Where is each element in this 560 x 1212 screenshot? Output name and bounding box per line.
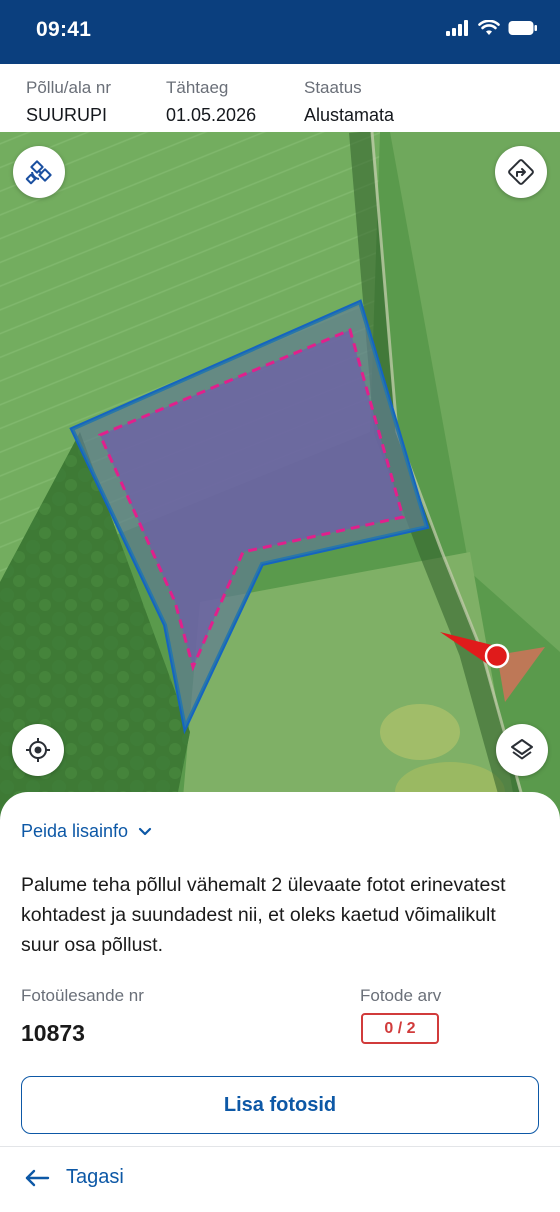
signal-icon: [446, 20, 468, 36]
field-number-column: Põllu/ala nr SUURUPI: [26, 77, 111, 127]
deadline-column: Tähtaeg 01.05.2026: [166, 77, 256, 127]
status-bar: 09:41: [0, 0, 560, 64]
layers-icon: [511, 739, 533, 760]
status-label: Staatus: [304, 78, 362, 97]
deadline-label: Tähtaeg: [166, 78, 229, 97]
satellite-icon: [25, 160, 52, 185]
status-time: 09:41: [36, 18, 92, 41]
locate-icon: [26, 738, 50, 762]
status-icons: [446, 20, 538, 36]
back-button[interactable]: Tagasi: [24, 1166, 124, 1189]
hide-info-label: Peida lisainfo: [21, 821, 129, 841]
back-label: Tagasi: [66, 1166, 124, 1188]
divider: [0, 1146, 560, 1147]
battery-icon: [508, 21, 537, 35]
status-value: Alustamata: [304, 105, 395, 125]
task-number-value: 10873: [21, 1020, 85, 1046]
photo-count-label: Fotode arv: [360, 986, 442, 1005]
position-marker: [484, 643, 510, 669]
task-description: Palume teha põllul vähemalt 2 ülevaate f…: [21, 874, 506, 956]
hide-info-toggle[interactable]: Peida lisainfo: [21, 821, 152, 842]
field-number-label: Põllu/ala nr: [26, 78, 112, 97]
wifi-icon: [478, 20, 500, 35]
satellite-button[interactable]: [13, 146, 65, 198]
locate-button[interactable]: [12, 724, 64, 776]
layers-button[interactable]: [496, 724, 548, 776]
directions-button[interactable]: [495, 146, 547, 198]
task-number-label: Fotoülesande nr: [21, 986, 144, 1005]
photo-count-badge: 0 / 2: [361, 1013, 439, 1044]
satellite-map: [0, 132, 560, 832]
directions-icon: [508, 159, 534, 185]
deadline-value: 01.05.2026: [166, 105, 257, 125]
chevron-down-icon: [138, 827, 152, 835]
map-view[interactable]: [0, 132, 560, 832]
bottom-sheet: Peida lisainfo Palume teha põllul vähema…: [0, 792, 560, 1212]
field-info-header: Põllu/ala nr SUURUPI Tähtaeg 01.05.2026 …: [0, 64, 560, 132]
add-photos-button[interactable]: Lisa fotosid: [21, 1076, 539, 1134]
status-column: Staatus Alustamata: [304, 77, 394, 127]
arrow-left-icon: [25, 1169, 50, 1186]
field-number-value: SUURUPI: [26, 105, 108, 125]
